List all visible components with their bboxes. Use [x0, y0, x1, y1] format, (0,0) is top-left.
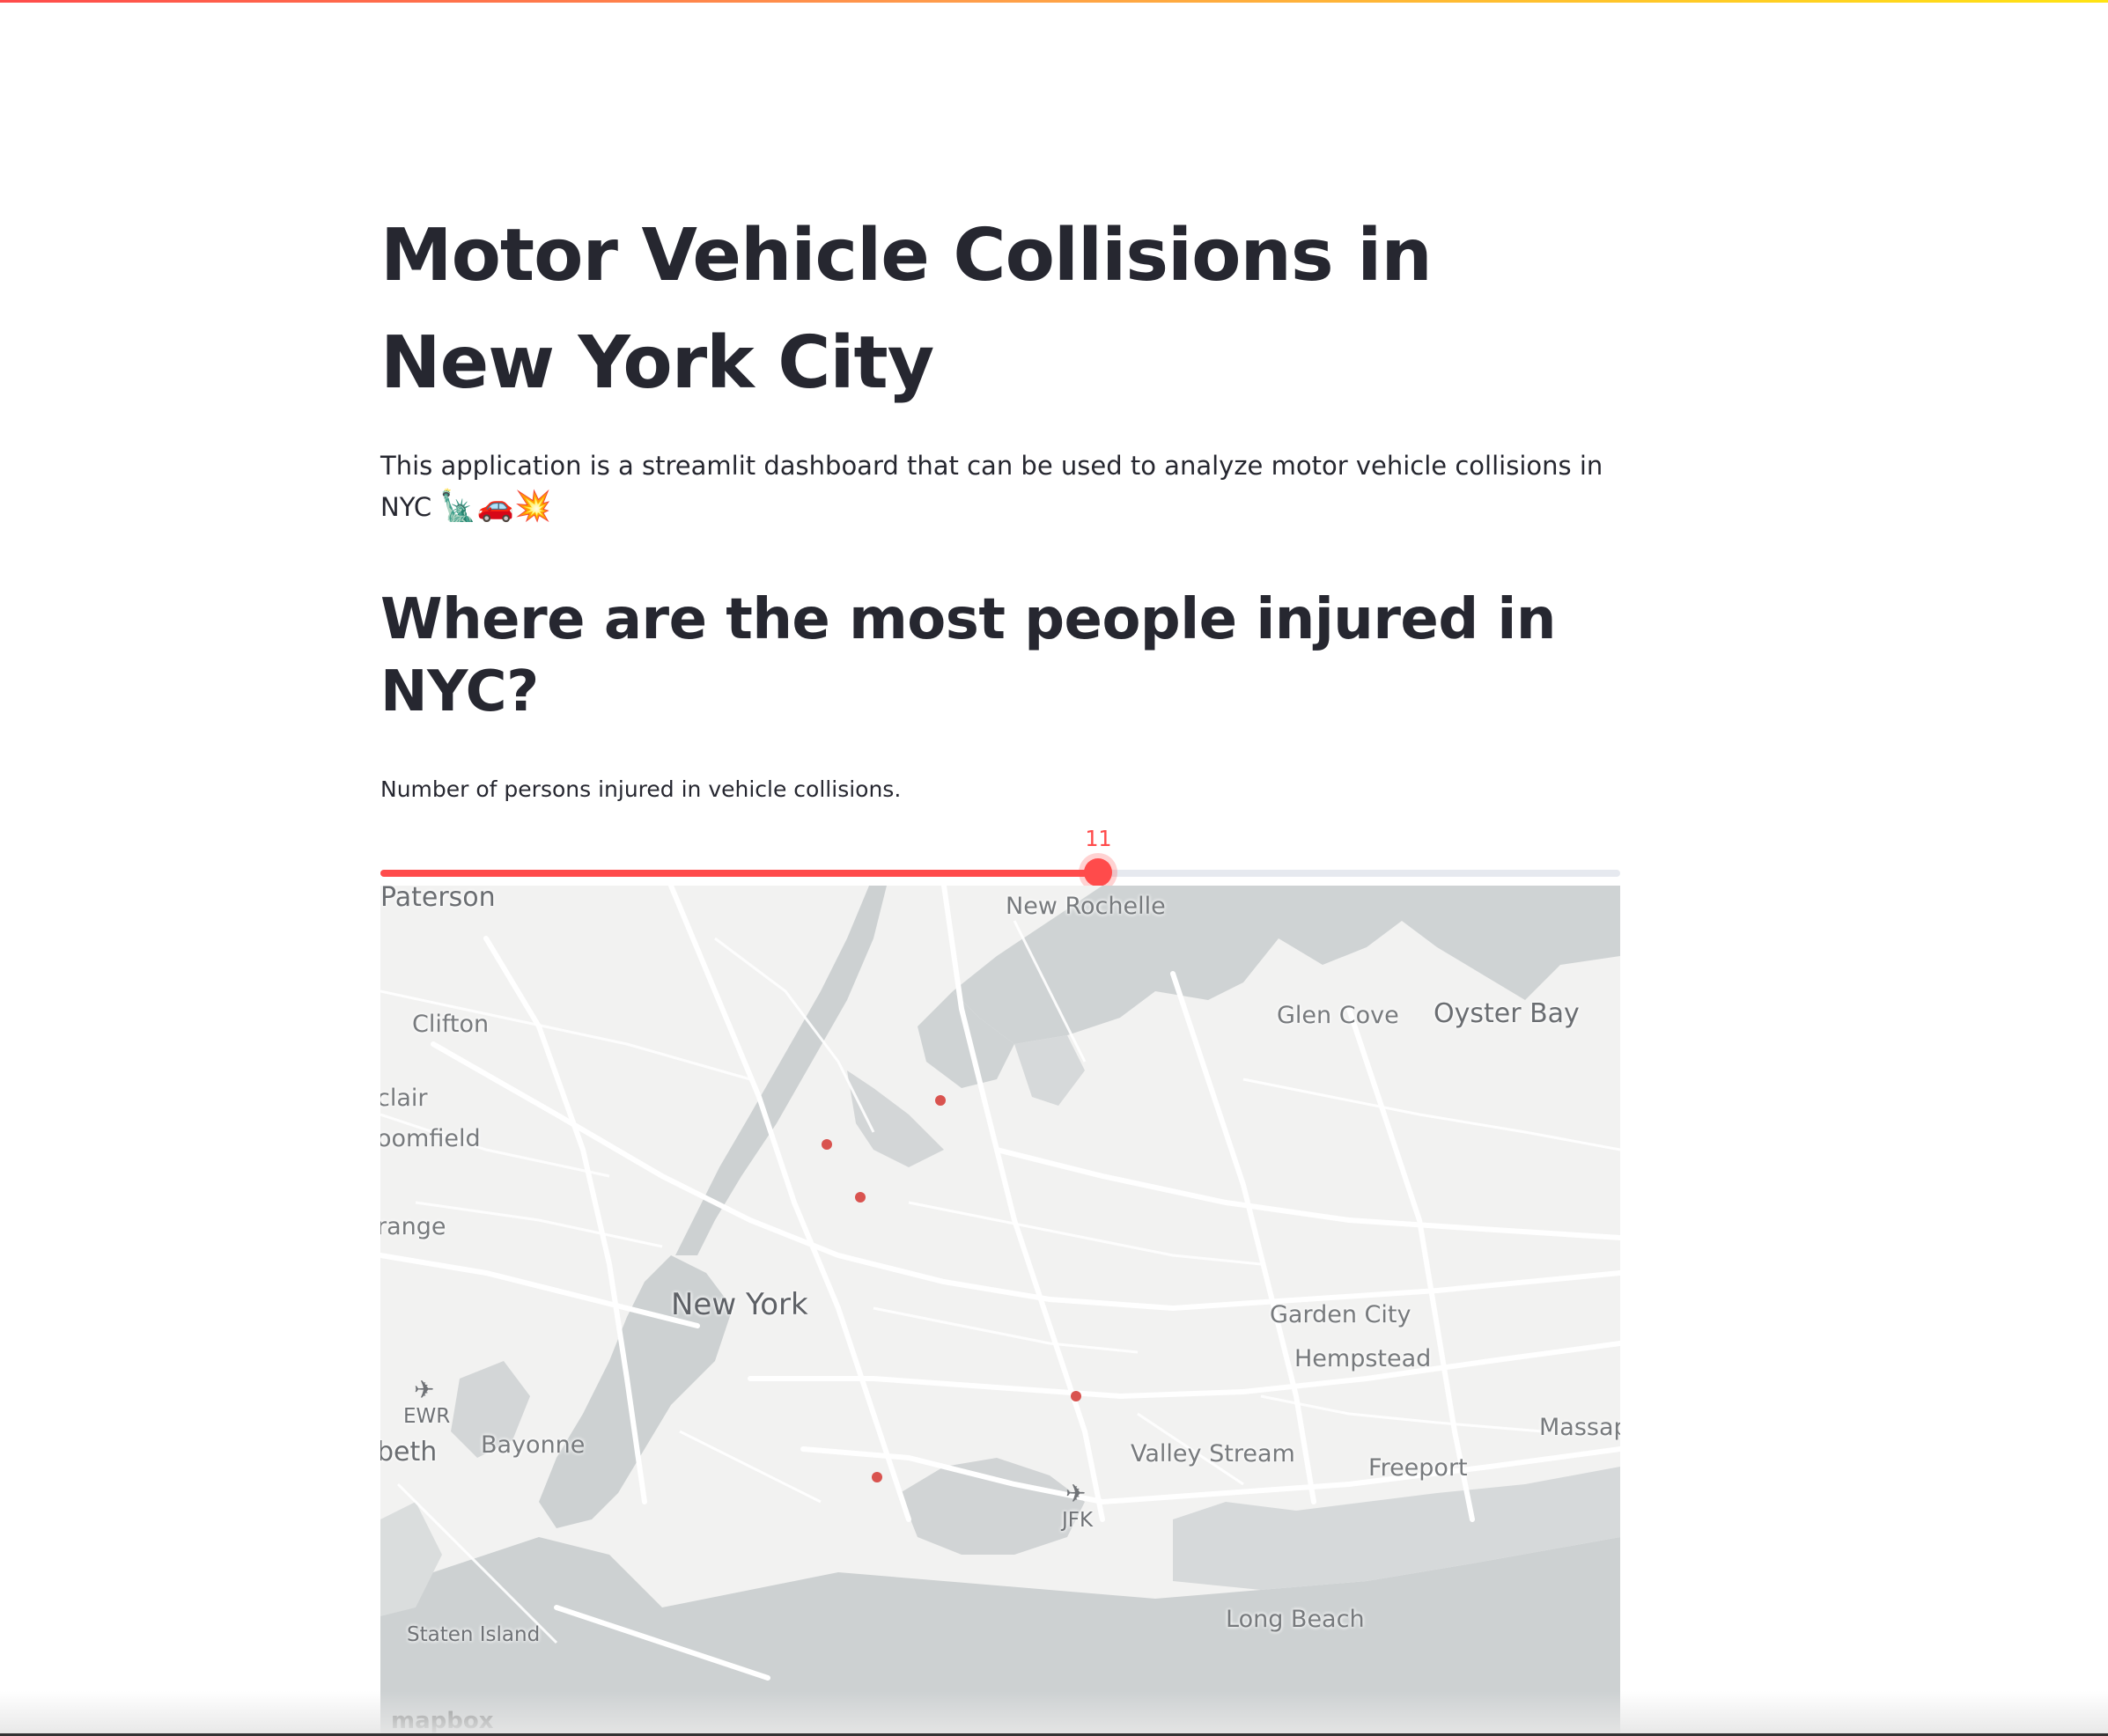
collision-point[interactable] — [855, 1192, 866, 1203]
app-description: This application is a streamlit dashboar… — [380, 445, 1620, 527]
window-bottom-edge — [0, 1691, 2108, 1736]
collision-point[interactable] — [935, 1095, 946, 1106]
slider-track[interactable] — [380, 870, 1620, 878]
collision-point[interactable] — [872, 1472, 882, 1482]
slider-current-value: 11 — [1084, 826, 1112, 852]
collision-point[interactable] — [1071, 1391, 1081, 1401]
collision-points-layer — [822, 1095, 1081, 1482]
slider-thumb[interactable] — [1084, 858, 1112, 887]
slider-fill — [380, 870, 1098, 878]
slider-label: Number of persons injured in vehicle col… — [380, 776, 902, 803]
page-title: Motor Vehicle Collisions in New York Cit… — [380, 214, 1433, 405]
header-decoration-bar — [0, 0, 2108, 3]
description-emojis: 🗽🚗💥 — [439, 489, 552, 524]
collision-map[interactable]: Paterson New Rochelle Clifton Glen Cove … — [380, 886, 1620, 1736]
description-text: This application is a streamlit dashboar… — [380, 451, 1603, 522]
main-content: Motor Vehicle Collisions in New York Cit… — [380, 202, 1620, 928]
section-subheader: Where are the most people injured in NYC… — [380, 587, 1556, 725]
collision-point[interactable] — [822, 1139, 832, 1150]
